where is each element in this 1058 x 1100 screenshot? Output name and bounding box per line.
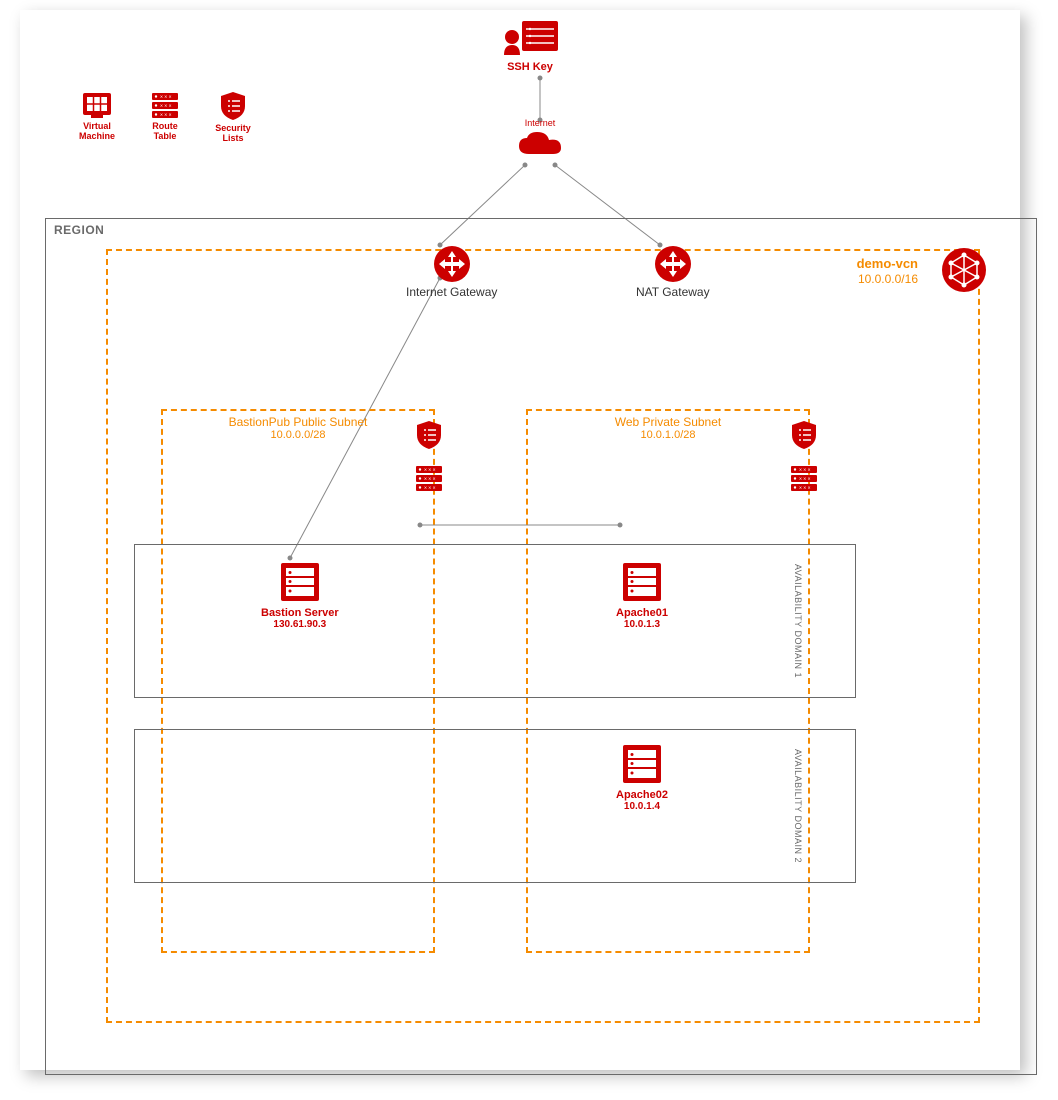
apache02-ip: 10.0.1.4 xyxy=(616,801,668,812)
svg-text:× × ×: × × × xyxy=(799,477,811,483)
ad1-label: AVAILABILITY DOMAIN 1 xyxy=(793,546,803,696)
legend-vm-label: Virtual Machine xyxy=(75,122,119,142)
main-frame: Virtual Machine × × × × × × × × × Route … xyxy=(20,10,1020,1070)
svg-text:× × ×: × × × xyxy=(799,468,811,474)
nat-gateway-icon xyxy=(654,245,692,283)
region-label: REGION xyxy=(54,223,104,237)
internet-label: Internet xyxy=(515,118,565,128)
subnet-pub-rt: × × × × × × × × × xyxy=(414,463,444,493)
diagram-canvas: Virtual Machine × × × × × × × × × Route … xyxy=(0,0,1058,1100)
region-box: REGION demo-vcn 10.0.0.0/16 xyxy=(45,218,1037,1075)
cloud-icon xyxy=(515,128,565,162)
legend-rt-label: Route Table xyxy=(143,122,187,142)
virtual-machine-icon xyxy=(82,90,112,120)
security-lists-icon xyxy=(789,419,819,451)
apache02-node: Apache02 10.0.1.4 xyxy=(616,741,668,812)
internet-gateway-node: Internet Gateway xyxy=(406,245,497,299)
subnet-web-title: Web Private Subnet xyxy=(528,415,808,429)
legend: Virtual Machine × × × × × × × × × Route … xyxy=(75,90,255,144)
vcn-icon-node xyxy=(941,247,987,293)
svg-text:× × ×: × × × xyxy=(424,477,436,483)
ssh-key-label: SSH Key xyxy=(500,61,560,73)
internet-node: Internet xyxy=(515,118,565,162)
nat-gateway-node: NAT Gateway xyxy=(636,245,710,299)
vcn-label: demo-vcn 10.0.0.0/16 xyxy=(857,256,918,286)
svg-text:× × ×: × × × xyxy=(160,113,172,119)
bastion-name: Bastion Server xyxy=(261,607,339,619)
legend-sl-label: Security Lists xyxy=(211,124,255,144)
svg-text:× × ×: × × × xyxy=(160,104,172,110)
bastion-server-node: Bastion Server 130.61.90.3 xyxy=(261,559,339,630)
internet-gateway-icon xyxy=(433,245,471,283)
apache01-ip: 10.0.1.3 xyxy=(616,619,668,630)
route-table-icon: × × × × × × × × × xyxy=(414,463,444,493)
server-icon xyxy=(619,559,665,605)
svg-text:× × ×: × × × xyxy=(160,95,172,101)
subnet-web-sl xyxy=(789,419,819,451)
security-lists-icon xyxy=(218,90,248,122)
vcn-cidr: 10.0.0.0/16 xyxy=(858,272,918,286)
vcn-icon xyxy=(941,247,987,293)
svg-text:× × ×: × × × xyxy=(799,486,811,492)
apache01-name: Apache01 xyxy=(616,607,668,619)
legend-rt: × × × × × × × × × Route Table xyxy=(143,90,187,144)
route-table-icon: × × × × × × × × × xyxy=(150,90,180,120)
subnet-web-rt: × × × × × × × × × xyxy=(789,463,819,493)
natgw-label: NAT Gateway xyxy=(636,285,710,299)
security-lists-icon xyxy=(414,419,444,451)
subnet-pub-title: BastionPub Public Subnet xyxy=(163,415,433,429)
vcn-name: demo-vcn xyxy=(857,256,918,271)
bastion-ip: 130.61.90.3 xyxy=(261,619,339,630)
route-table-icon: × × × × × × × × × xyxy=(789,463,819,493)
subnet-pub-sl xyxy=(414,419,444,451)
server-icon xyxy=(277,559,323,605)
svg-text:× × ×: × × × xyxy=(424,486,436,492)
igw-label: Internet Gateway xyxy=(406,285,497,299)
legend-sl: Security Lists xyxy=(211,90,255,144)
availability-domain-2: AVAILABILITY DOMAIN 2 xyxy=(134,729,856,883)
legend-vm: Virtual Machine xyxy=(75,90,119,144)
subnet-pub-cidr: 10.0.0.0/28 xyxy=(163,429,433,441)
server-icon xyxy=(619,741,665,787)
apache01-node: Apache01 10.0.1.3 xyxy=(616,559,668,630)
ssh-key-node: SSH Key xyxy=(500,15,560,73)
ssh-key-icon xyxy=(500,15,560,59)
ad2-label: AVAILABILITY DOMAIN 2 xyxy=(793,731,803,881)
apache02-name: Apache02 xyxy=(616,789,668,801)
availability-domain-1: AVAILABILITY DOMAIN 1 xyxy=(134,544,856,698)
subnet-web-cidr: 10.0.1.0/28 xyxy=(528,429,808,441)
svg-text:× × ×: × × × xyxy=(424,468,436,474)
